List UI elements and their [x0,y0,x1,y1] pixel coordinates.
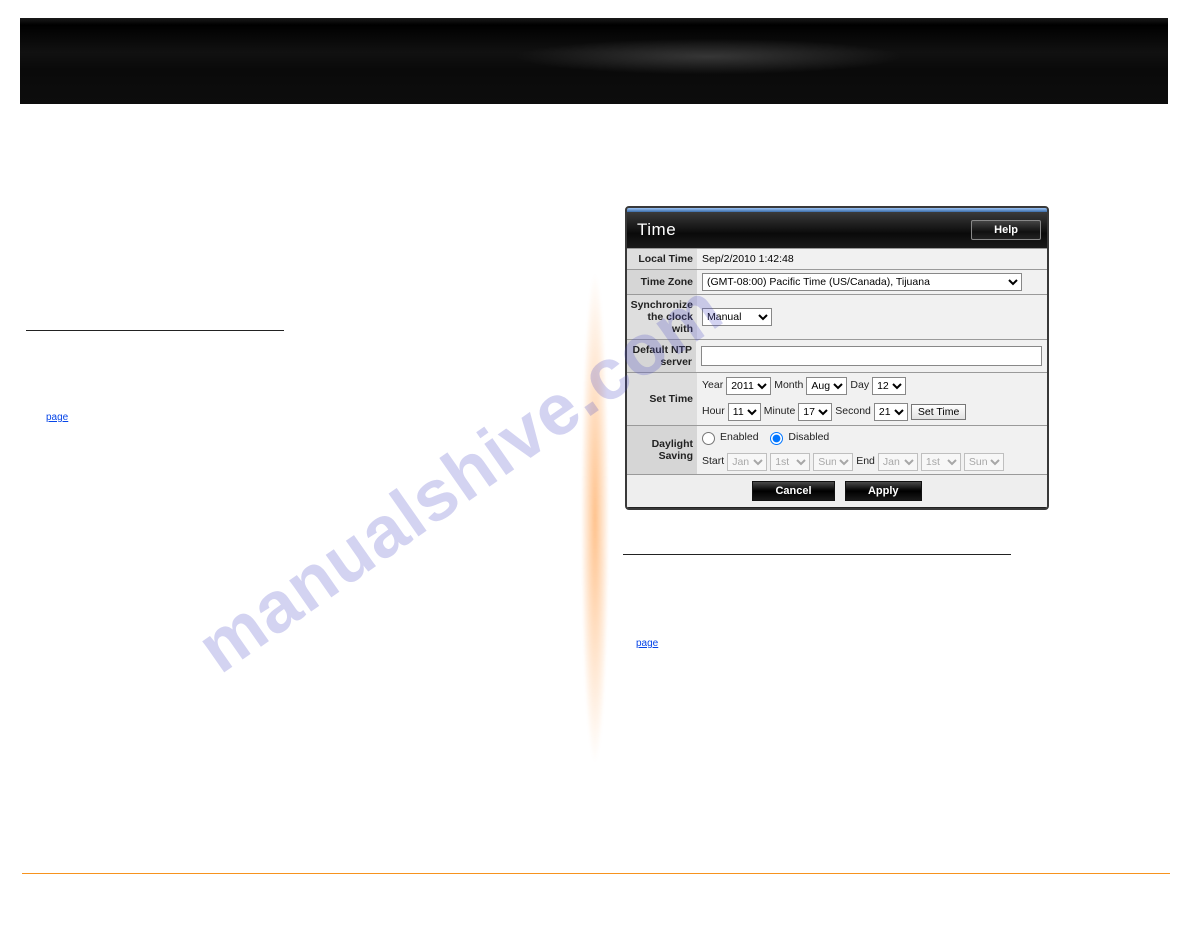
page-title: Time [637,220,676,240]
second-select[interactable]: 21 [874,403,908,421]
dst-start-day-select[interactable]: Sun [813,453,853,471]
hour-label: Hour [702,402,725,422]
dst-enabled-radio[interactable] [702,432,715,445]
dst-end-label: End [856,453,875,471]
sync-select[interactable]: Manual [702,308,772,326]
value-dst: Enabled Disabled Start Jan 1st Sun End J… [697,426,1047,474]
dst-end-week-select[interactable]: 1st [921,453,961,471]
year-label: Year [702,376,723,396]
time-settings-panel: Time Help Local Time Sep/2/2010 1:42:48 … [625,206,1049,510]
top-banner [20,18,1168,104]
value-time-zone: (GMT-08:00) Pacific Time (US/Canada), Ti… [697,270,1047,294]
panel-footer: Cancel Apply [627,474,1047,508]
row-ntp: Default NTP server [627,339,1047,372]
row-sync: Synchronize the clock with Manual [627,294,1047,339]
dst-start-week-select[interactable]: 1st [770,453,810,471]
page-link[interactable]: page [636,638,658,649]
cancel-button[interactable]: Cancel [752,481,834,501]
label-set-time: Set Time [627,373,697,425]
dst-disabled-label: Disabled [788,429,829,447]
page-ref-left: page [46,412,68,423]
apply-button[interactable]: Apply [845,481,922,501]
dst-end-month-select[interactable]: Jan [878,453,918,471]
page-link[interactable]: page [46,412,68,423]
row-time-zone: Time Zone (GMT-08:00) Pacific Time (US/C… [627,269,1047,294]
dst-start-month-select[interactable]: Jan [727,453,767,471]
row-set-time: Set Time Year 2011 Month Aug Day 12 Hour… [627,372,1047,425]
label-dst: Daylight Saving [627,426,697,474]
month-label: Month [774,376,803,396]
value-set-time: Year 2011 Month Aug Day 12 Hour 11 Minut… [697,373,1047,425]
value-local-time: Sep/2/2010 1:42:48 [697,249,1047,269]
day-label: Day [850,376,869,396]
set-time-button[interactable]: Set Time [911,404,966,420]
year-select[interactable]: 2011 [726,377,771,395]
footer-rule [22,873,1170,874]
row-local-time: Local Time Sep/2/2010 1:42:48 [627,248,1047,269]
value-sync: Manual [697,295,1047,339]
ntp-server-input[interactable] [701,346,1042,366]
page-ref-right: page [636,638,658,649]
dst-enabled-label: Enabled [720,429,759,447]
divider-left [26,330,284,331]
timezone-select[interactable]: (GMT-08:00) Pacific Time (US/Canada), Ti… [702,273,1022,291]
vertical-glow [575,168,615,868]
dst-start-label: Start [702,453,724,471]
month-select[interactable]: Aug [806,377,847,395]
hour-select[interactable]: 11 [728,403,761,421]
panel-header: Time Help [627,212,1047,248]
help-button[interactable]: Help [971,220,1041,240]
label-sync: Synchronize the clock with [627,295,697,339]
minute-label: Minute [764,402,796,422]
value-ntp [696,340,1047,372]
label-local-time: Local Time [627,249,697,269]
day-select[interactable]: 12 [872,377,906,395]
second-label: Second [835,402,871,422]
label-time-zone: Time Zone [627,270,697,294]
label-ntp: Default NTP server [627,340,696,372]
dst-disabled-radio[interactable] [770,432,783,445]
dst-end-day-select[interactable]: Sun [964,453,1004,471]
divider-right [623,554,1011,555]
row-dst: Daylight Saving Enabled Disabled Start J… [627,425,1047,474]
minute-select[interactable]: 17 [798,403,832,421]
